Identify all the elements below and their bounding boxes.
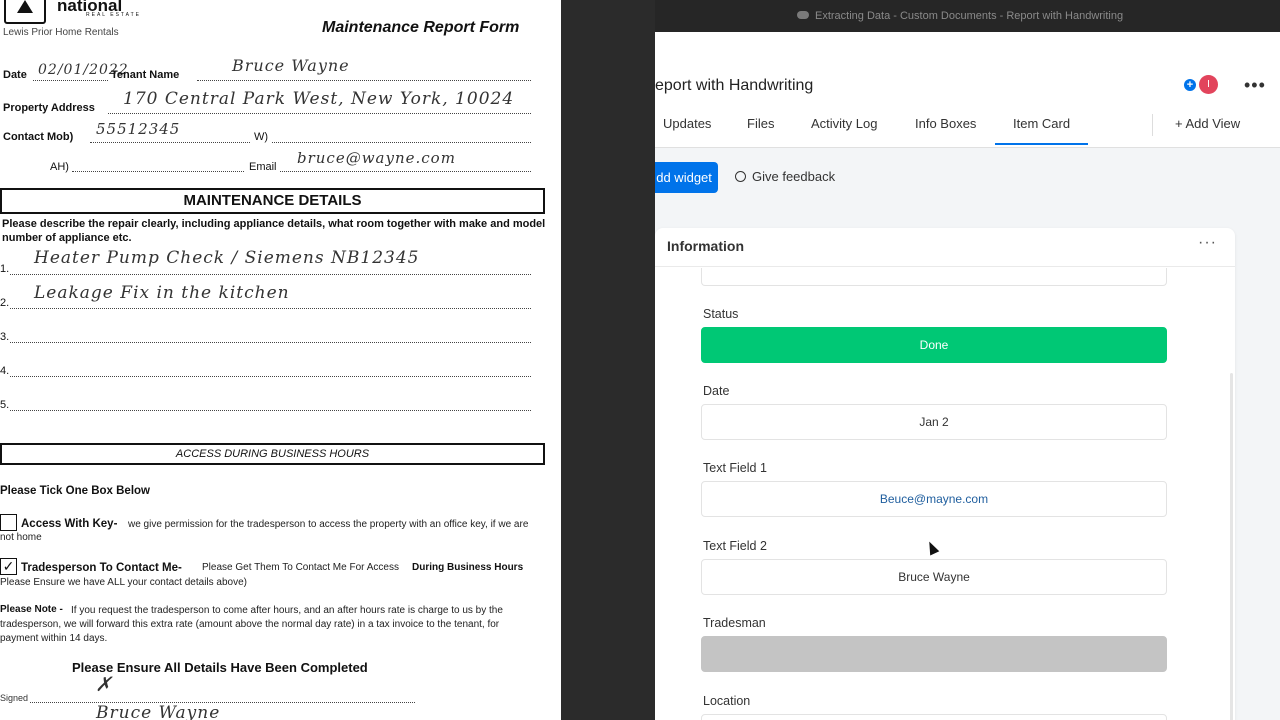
ensure-text: Please Ensure All Details Have Been Comp… <box>72 660 368 675</box>
add-view-button[interactable]: + Add View <box>1175 116 1240 131</box>
tradesperson-title: Tradesperson To Contact Me- <box>21 562 182 574</box>
item-text: Leakage Fix in the kitchen <box>34 283 290 303</box>
item-text: Heater Pump Check / Siemens NB12345 <box>34 248 420 268</box>
item-number: 5. <box>0 399 10 411</box>
widget-divider <box>655 266 1235 267</box>
access-key-text: we give permission for the tradesperson … <box>0 519 529 543</box>
access-heading: ACCESS DURING BUSINESS HOURS <box>0 443 545 465</box>
text-field-2-label: Text Field 2 <box>703 539 767 553</box>
mob-value: 55512345 <box>96 120 181 138</box>
tradesperson-note: Please Ensure we have ALL your contact d… <box>0 577 248 588</box>
tab-activity-log[interactable]: Activity Log <box>811 116 877 131</box>
feedback-icon <box>735 171 746 182</box>
background-strip <box>561 0 655 720</box>
add-person-icon[interactable]: + <box>1184 79 1196 91</box>
text-field-1[interactable]: Beuce@mayne.com <box>701 481 1167 517</box>
contact-label: Contact Mob) <box>3 131 74 143</box>
cloud-icon <box>797 11 809 19</box>
location-field[interactable] <box>701 714 1167 720</box>
note-text: If you request the tradesperson to come … <box>0 605 503 644</box>
mouse-cursor-icon <box>924 539 940 556</box>
w-label: W) <box>254 131 269 143</box>
agency-name: Lewis Prior Home Rentals <box>3 27 119 38</box>
item-card-view: eport with Handwriting + I ••• Updates F… <box>655 32 1280 720</box>
tradesman-label: Tradesman <box>703 616 766 630</box>
tab-bar: Updates Files Activity Log Info Boxes It… <box>655 110 1280 148</box>
item-number: 1. <box>0 263 10 275</box>
tick-prompt: Please Tick One Box Below <box>0 485 150 497</box>
date-label: Date <box>703 384 730 398</box>
give-feedback-button[interactable]: Give feedback <box>735 169 835 184</box>
window-titlebar: Extracting Data - Custom Documents - Rep… <box>655 0 1280 32</box>
address-value: 170 Central Park West, New York, 10024 <box>123 89 515 109</box>
status-label: Status <box>703 307 739 321</box>
maintenance-heading: MAINTENANCE DETAILS <box>0 188 545 214</box>
status-field[interactable]: Done <box>701 327 1167 363</box>
give-feedback-label: Give feedback <box>752 169 836 184</box>
item-number: 3. <box>0 331 10 343</box>
tab-files[interactable]: Files <box>747 116 774 131</box>
widget-menu-icon[interactable]: ··· <box>1198 234 1217 252</box>
tenant-value: Bruce Wayne <box>232 56 350 75</box>
item-number: 4. <box>0 365 10 377</box>
signature-name: Bruce Wayne <box>96 703 221 720</box>
signature-mark-icon: ✗ <box>95 672 113 696</box>
date-label: Date <box>3 69 27 81</box>
text-field-1-label: Text Field 1 <box>703 461 767 475</box>
tradesperson-bold: During Business Hours <box>412 562 524 573</box>
widget-scrollbar[interactable] <box>1230 373 1233 720</box>
email-value: bruce@wayne.com <box>297 149 456 167</box>
tradesperson-text: Please Get Them To Contact Me For Access <box>202 562 399 573</box>
tab-info-boxes[interactable]: Info Boxes <box>915 116 976 131</box>
email-label: Email <box>249 161 277 173</box>
item-number: 2. <box>0 297 10 309</box>
form-title: Maintenance Report Form <box>322 19 520 36</box>
instructions: Please describe the repair clearly, incl… <box>2 218 546 244</box>
more-options-icon[interactable]: ••• <box>1244 75 1266 96</box>
national-logo-icon <box>4 0 46 24</box>
scanned-form: national REAL ESTATE Lewis Prior Home Re… <box>0 0 561 720</box>
brand-subtitle: REAL ESTATE <box>86 12 141 18</box>
avatar[interactable]: I <box>1199 75 1218 94</box>
text-field-2[interactable]: Bruce Wayne <box>701 559 1167 595</box>
address-label: Property Address <box>3 102 95 114</box>
information-widget: Information ··· Status Done Date Jan 2 T… <box>655 228 1235 720</box>
tab-updates[interactable]: Updates <box>663 116 711 131</box>
previous-field-box[interactable] <box>701 268 1167 286</box>
add-widget-label: dd widget <box>656 170 712 185</box>
tradesman-field[interactable] <box>701 636 1167 672</box>
ah-label: AH) <box>50 161 69 173</box>
active-tab-indicator <box>995 143 1088 145</box>
tab-divider <box>1152 114 1153 136</box>
widget-title: Information <box>667 238 744 254</box>
tab-item-card[interactable]: Item Card <box>1013 116 1070 131</box>
date-field[interactable]: Jan 2 <box>701 404 1167 440</box>
item-title[interactable]: eport with Handwriting <box>655 77 813 95</box>
signed-label: Signed <box>0 693 29 703</box>
window-title: Extracting Data - Custom Documents - Rep… <box>815 10 1124 22</box>
add-widget-button[interactable]: dd widget <box>655 162 718 193</box>
location-label: Location <box>703 694 751 708</box>
tenant-label: Tenant Name <box>111 69 180 81</box>
tradesperson-checkbox-checked: ✓ <box>0 558 17 575</box>
